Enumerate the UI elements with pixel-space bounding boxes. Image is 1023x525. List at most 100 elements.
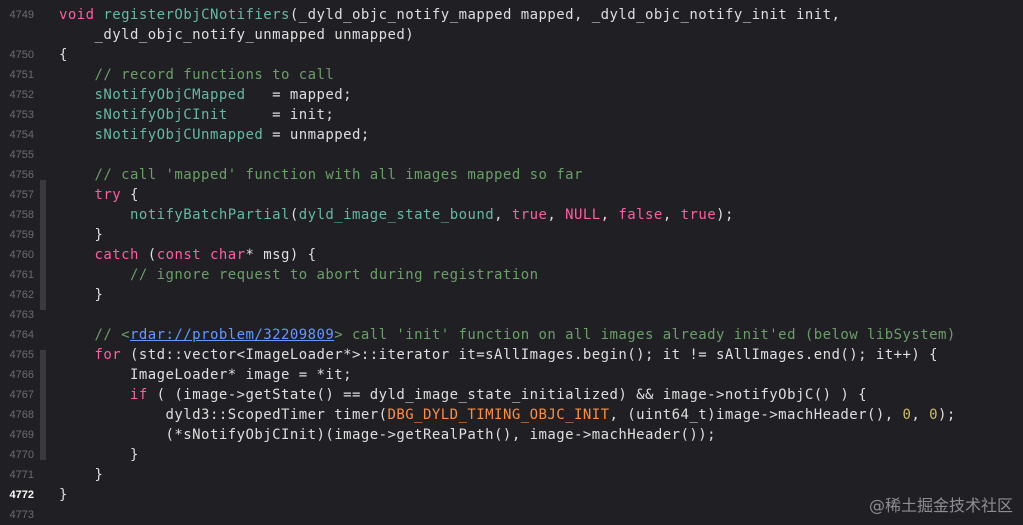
code-line[interactable]: 4767 if ( (image->getState() == dyld_ima… xyxy=(0,385,1023,405)
code-token: = init; xyxy=(227,107,335,123)
code-token: } xyxy=(59,447,139,463)
code-line[interactable]: 4764 // <rdar://problem/32209809> call '… xyxy=(0,325,1023,345)
line-number: 4761 xyxy=(9,269,34,281)
code-token: sNotifyObjCInit xyxy=(59,107,228,123)
line-number: 4763 xyxy=(9,309,34,321)
code-text[interactable]: ImageLoader* image = *it; xyxy=(59,365,352,385)
line-number: 4765 xyxy=(9,349,34,361)
code-token: { xyxy=(59,47,68,63)
code-text[interactable]: notifyBatchPartial(dyld_image_state_boun… xyxy=(59,205,734,225)
code-token: 0 xyxy=(929,407,939,423)
line-number: 4769 xyxy=(9,429,34,441)
code-line[interactable]: 4756 // call 'mapped' function with all … xyxy=(0,165,1023,185)
code-line[interactable]: 4757 try { xyxy=(0,185,1023,205)
code-token: unmapped) xyxy=(325,27,415,43)
code-text[interactable]: dyld3::ScopedTimer timer(DBG_DYLD_TIMING… xyxy=(59,405,956,425)
code-line[interactable]: 4765 for (std::vector<ImageLoader*>::ite… xyxy=(0,345,1023,365)
code-text[interactable]: } xyxy=(59,465,103,485)
code-token: ( (image->getState() == dyld_image_state… xyxy=(147,387,867,403)
code-token: } xyxy=(59,487,68,503)
code-token: const xyxy=(156,247,202,263)
code-text[interactable]: catch (const char* msg) { xyxy=(59,245,317,265)
code-line[interactable]: 4759 } xyxy=(0,225,1023,245)
code-text[interactable]: sNotifyObjCUnmapped = unmapped; xyxy=(59,125,370,145)
code-text[interactable]: _dyld_objc_notify_unmapped unmapped) xyxy=(59,25,414,45)
code-token: void xyxy=(59,7,104,23)
code-token: ( xyxy=(138,247,157,263)
code-line[interactable]: 4750 { xyxy=(0,45,1023,65)
code-editor[interactable]: 4749 void registerObjCNotifiers(_dyld_obj… xyxy=(0,0,1023,524)
line-number: 4772 xyxy=(9,489,34,501)
code-line[interactable]: 4766 ImageLoader* image = *it; xyxy=(0,365,1023,385)
code-token: true xyxy=(511,207,548,223)
code-text[interactable]: sNotifyObjCInit = init; xyxy=(59,105,334,125)
code-token: } xyxy=(59,227,104,243)
line-number: 4750 xyxy=(9,49,34,61)
code-line[interactable]: 4761 // ignore request to abort during r… xyxy=(0,265,1023,285)
line-number: 4757 xyxy=(9,189,34,201)
code-text[interactable]: (*sNotifyObjCInit)(image->getRealPath(),… xyxy=(59,425,716,445)
code-line[interactable]: 4769 (*sNotifyObjCInit)(image->getRealPa… xyxy=(0,425,1023,445)
code-token[interactable]: rdar://problem/32209809 xyxy=(130,327,334,343)
code-line[interactable]: 4749 void registerObjCNotifiers(_dyld_obj… xyxy=(0,5,1023,25)
line-number: 4755 xyxy=(9,149,34,161)
code-line[interactable]: 4770 } xyxy=(0,445,1023,465)
code-line[interactable]: 4758 notifyBatchPartial(dyld_image_state… xyxy=(0,205,1023,225)
code-text[interactable]: if ( (image->getState() == dyld_image_st… xyxy=(59,385,867,405)
code-token: if xyxy=(59,387,148,403)
code-token: { xyxy=(121,187,139,203)
code-text[interactable]: sNotifyObjCMapped = mapped; xyxy=(59,85,352,105)
code-token: _dyld_objc_notify_init xyxy=(591,7,788,23)
code-token: notifyBatchPartial xyxy=(59,207,290,223)
line-number: 4751 xyxy=(9,69,34,81)
code-token: = unmapped; xyxy=(263,127,370,143)
code-text[interactable]: } xyxy=(59,445,139,465)
code-text[interactable]: for (std::vector<ImageLoader*>::iterator… xyxy=(59,345,938,365)
code-token: false xyxy=(618,207,663,223)
code-text[interactable]: { xyxy=(59,45,68,65)
code-line[interactable]: 4754 sNotifyObjCUnmapped = unmapped; xyxy=(0,125,1023,145)
line-number: 4758 xyxy=(9,209,34,221)
code-line[interactable]: 4762 } xyxy=(0,285,1023,305)
code-line[interactable]: 4753 sNotifyObjCInit = init; xyxy=(0,105,1023,125)
code-line[interactable]: 4763 xyxy=(0,305,1023,325)
line-number: 4756 xyxy=(9,169,34,181)
code-token: ( xyxy=(289,7,299,23)
code-text[interactable]: // <rdar://problem/32209809> call 'init'… xyxy=(59,325,956,345)
code-text[interactable]: // call 'mapped' function with all image… xyxy=(59,165,583,185)
code-text[interactable]: void registerObjCNotifiers(_dyld_objc_no… xyxy=(59,5,840,25)
code-token: try xyxy=(59,187,122,203)
code-line[interactable]: 4752 sNotifyObjCMapped = mapped; xyxy=(0,85,1023,105)
code-line[interactable]: _dyld_objc_notify_unmapped unmapped) xyxy=(0,25,1023,45)
code-token: // call 'mapped' function with all image… xyxy=(59,167,583,183)
code-text[interactable]: // record functions to call xyxy=(59,65,334,85)
code-text[interactable]: } xyxy=(59,285,103,305)
code-token: (std::vector<ImageLoader*>::iterator it=… xyxy=(121,347,938,363)
line-number: 4762 xyxy=(9,289,34,301)
code-text[interactable]: try { xyxy=(59,185,139,205)
code-token: true xyxy=(680,207,717,223)
code-line[interactable]: 4755 xyxy=(0,145,1023,165)
code-token: , xyxy=(662,207,681,223)
line-number: 4759 xyxy=(9,229,34,241)
code-token: // record functions to call xyxy=(59,67,335,83)
code-token: dyld3::ScopedTimer timer( xyxy=(59,407,388,423)
line-number: 4773 xyxy=(9,509,34,521)
watermark-text: @稀土掘金技术社区 xyxy=(868,496,1013,515)
code-text[interactable]: } xyxy=(59,225,103,245)
code-text[interactable]: // ignore request to abort during regist… xyxy=(59,265,538,285)
line-number: 4767 xyxy=(9,389,34,401)
code-line[interactable]: 4771 } xyxy=(0,465,1023,485)
code-line[interactable]: 4751 // record functions to call xyxy=(0,65,1023,85)
line-number: 4766 xyxy=(9,369,34,381)
code-line[interactable]: 4768 dyld3::ScopedTimer timer(DBG_DYLD_T… xyxy=(0,405,1023,425)
code-token: for xyxy=(59,347,122,363)
code-text[interactable]: } xyxy=(59,485,68,505)
code-token: > call 'init' function on all images alr… xyxy=(334,327,956,343)
line-number: 4749 xyxy=(9,9,34,21)
code-token: mapped, xyxy=(511,7,592,23)
code-token: ( xyxy=(289,207,299,223)
code-token: = mapped; xyxy=(245,87,352,103)
code-line[interactable]: 4760 catch (const char* msg) { xyxy=(0,245,1023,265)
